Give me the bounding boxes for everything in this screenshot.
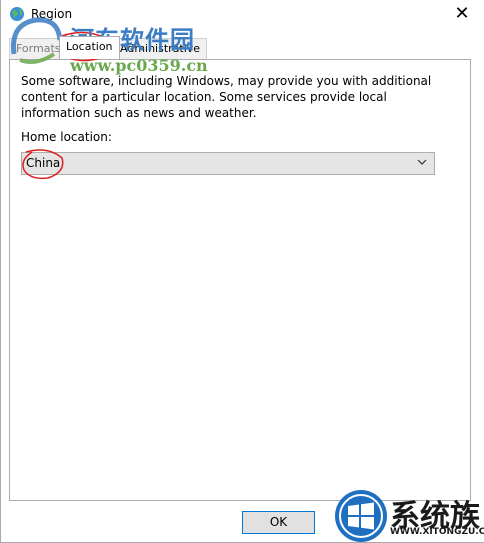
windows-logo-icon xyxy=(335,490,387,542)
location-panel: Some software, including Windows, may pr… xyxy=(9,59,471,501)
watermark-brand-url: WWW.XITONGZU.COM xyxy=(390,527,484,537)
chevron-down-icon xyxy=(417,159,427,165)
tab-location[interactable]: Location xyxy=(59,36,120,59)
home-location-dropdown[interactable]: China xyxy=(21,152,435,175)
tab-strip: Formats Location Administrative xyxy=(9,36,469,60)
home-location-label: Home location: xyxy=(21,130,112,144)
close-button[interactable]: ✕ xyxy=(439,0,484,30)
close-icon: ✕ xyxy=(454,3,470,24)
watermark-logo-icon xyxy=(10,17,63,64)
location-description: Some software, including Windows, may pr… xyxy=(21,74,432,120)
ok-button[interactable]: OK xyxy=(242,511,315,534)
region-dialog: Region ✕ Formats Location Administrative… xyxy=(0,0,484,543)
watermark-bottom: 系统族 WWW.XITONGZU.COM xyxy=(334,489,484,543)
home-location-value: China xyxy=(26,156,61,170)
